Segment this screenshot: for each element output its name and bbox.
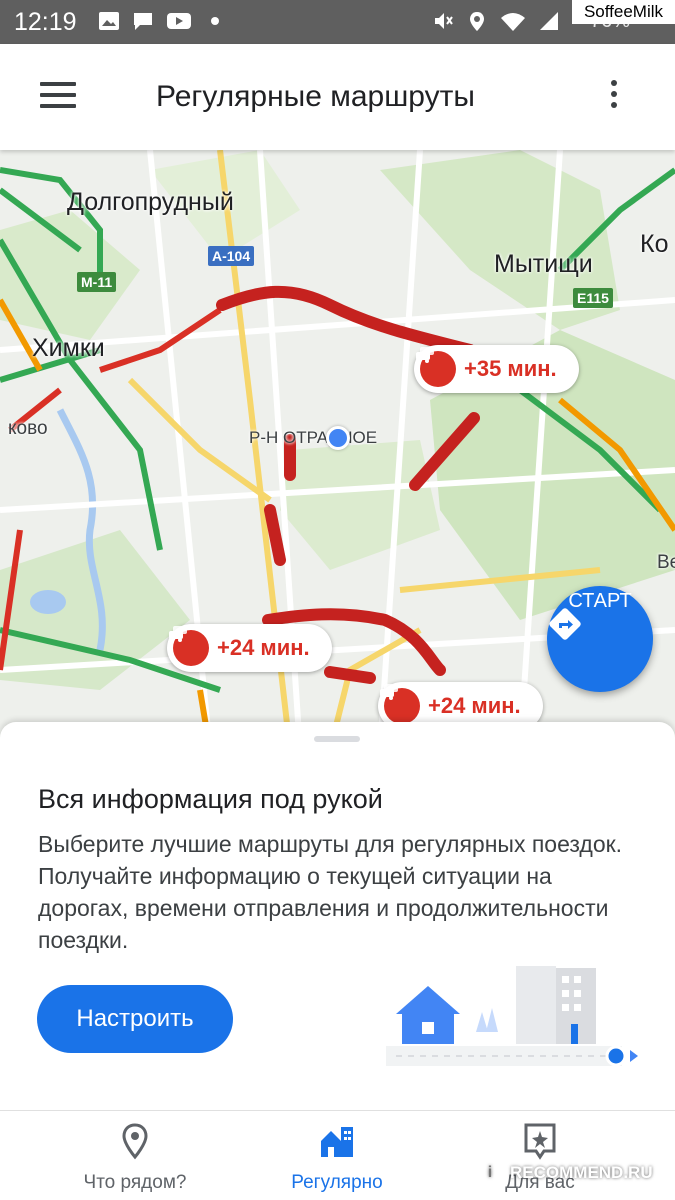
traffic-delay-text: +35 мин.	[464, 356, 557, 381]
app-bar: Регулярные маршруты	[0, 44, 675, 150]
map-label-otradnoe: Р-Н ОТРАДНОЕ	[249, 428, 378, 447]
dot-icon	[211, 17, 219, 25]
traffic-car-icon	[416, 347, 456, 387]
page-title: Регулярные маршруты	[156, 80, 475, 113]
road-shield-a104: A-104	[208, 246, 255, 266]
my-location-dot	[326, 426, 350, 450]
sheet-description: Выберите лучшие маршруты для регулярных …	[38, 831, 623, 953]
map-label-dolgoprudny: Долгопрудный	[67, 188, 234, 216]
map-view[interactable]: Долгопрудный Мытищи Химки Р-Н ОТРАДНОЕ к…	[0, 150, 675, 750]
youtube-icon	[167, 13, 191, 29]
for-you-icon	[524, 1123, 556, 1160]
place-icon	[122, 1123, 148, 1160]
directions-icon	[549, 608, 581, 640]
commute-icon	[321, 1127, 353, 1157]
nav-label-explore: Что рядом?	[83, 1172, 187, 1193]
system-icons	[432, 10, 560, 32]
setup-button[interactable]: Настроить	[37, 985, 233, 1053]
nav-label-commute: Регулярно	[291, 1172, 383, 1193]
image-icon	[99, 12, 119, 30]
nav-commute[interactable]: Регулярно	[237, 1121, 437, 1194]
start-navigation-button[interactable]: СТАРТ	[547, 586, 653, 692]
signal-icon	[540, 12, 558, 30]
traffic-car-icon	[169, 626, 209, 666]
traffic-delay-text: +24 мин.	[428, 693, 521, 718]
chat-icon	[134, 13, 152, 30]
road-shield-m11: M-11	[77, 272, 117, 292]
map-label-ve: Ве	[657, 552, 675, 573]
road-shield-e115: E115	[573, 288, 613, 308]
status-time: 12:19	[14, 8, 77, 36]
more-vert-icon[interactable]	[604, 80, 624, 114]
map-label-mytishchi: Мытищи	[494, 250, 593, 278]
sheet-title: Вся информация под рукой	[38, 784, 383, 814]
mute-icon	[435, 13, 453, 29]
recommend-logo-icon: i	[476, 1159, 504, 1187]
wifi-icon	[501, 13, 525, 31]
location-icon	[470, 12, 484, 31]
traffic-delay-chip[interactable]: +35 мин.	[414, 345, 579, 393]
map-label-ko: Ко	[640, 230, 669, 258]
menu-icon[interactable]	[40, 82, 76, 110]
map-label-khimki: Химки	[32, 334, 105, 362]
map-label-kovo: ково	[8, 418, 48, 439]
traffic-car-icon	[380, 684, 420, 724]
commute-illustration	[386, 966, 638, 1067]
drag-handle[interactable]	[314, 736, 360, 742]
notification-icons	[98, 10, 226, 32]
info-bottom-sheet: Вся информация под рукой Выберите лучшие…	[0, 722, 675, 1110]
watermark-top: SoffeeMilk	[572, 0, 675, 24]
nav-explore[interactable]: Что рядом?	[35, 1121, 235, 1194]
watermark-bottom: i RECOMMEND.RU	[476, 1156, 666, 1190]
watermark-bottom-text: RECOMMEND.RU	[510, 1163, 653, 1182]
traffic-delay-text: +24 мин.	[217, 635, 310, 660]
traffic-delay-chip[interactable]: +24 мин.	[167, 624, 332, 672]
